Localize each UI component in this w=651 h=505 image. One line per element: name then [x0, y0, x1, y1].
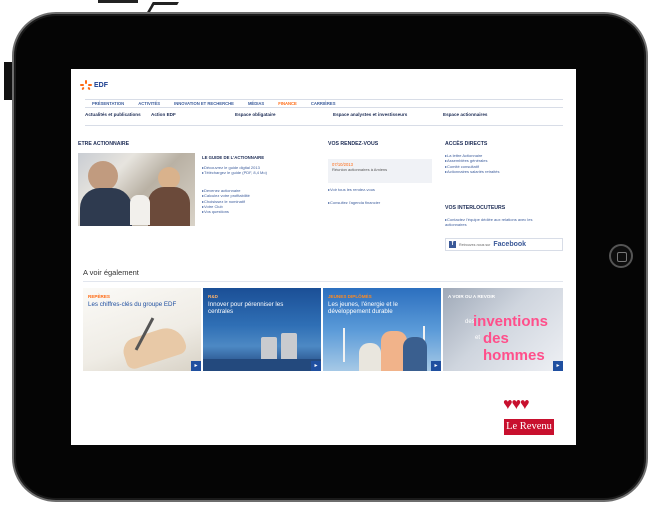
arrow-right-icon: ▸	[311, 361, 321, 371]
subnav-item-edf-share[interactable]: Action EDF	[151, 112, 235, 125]
facebook-label: Facebook	[493, 241, 527, 248]
tile-word: des hommes	[483, 330, 545, 364]
tile-title: Les chiffres-clés du groupe EDF	[88, 301, 177, 308]
home-button[interactable]	[609, 244, 633, 268]
facebook-icon: f	[449, 241, 456, 248]
appointment-link: Voir tous les rendez-vous	[328, 187, 375, 192]
shareholder-link[interactable]: Vos questions	[202, 209, 250, 214]
tile-kicker: REPÈRES	[88, 294, 110, 299]
subnav-item-shareholders[interactable]: Espace actionnaires	[443, 112, 543, 125]
all-events-link[interactable]: Voir tous les rendez-vous	[328, 187, 375, 192]
arrow-right-icon: ▸	[191, 361, 201, 371]
tile-kicker: JEUNES DIPLÔMÉS	[328, 294, 372, 299]
tile-kicker: R&D	[208, 294, 218, 299]
tile-title: Innover pour pérenniser les centrales	[208, 301, 284, 315]
watermark-logo: Le Revenu	[504, 419, 554, 435]
brand-name: EDF	[94, 81, 108, 89]
facebook-banner[interactable]: f Retrouvez-nous sur Facebook	[445, 238, 563, 251]
main-nav: PRÉSENTATION ACTIVITÉS INNOVATION ET REC…	[85, 99, 563, 108]
finance-subnav: Actualités et publications Action EDF Es…	[85, 112, 563, 126]
background-paper-fragment	[147, 2, 179, 12]
agenda-link: Consultez l'agenda financier	[328, 200, 380, 205]
shareholders-photo	[78, 153, 195, 226]
section-title: VOS INTERLOCUTEURS	[445, 205, 506, 211]
section-title: VOS RENDEZ-VOUS	[328, 141, 379, 147]
contacts-text: Contactez l'équipe dédiée aux relations …	[445, 217, 555, 228]
event-text: Réunion actionnaires à Amiens	[332, 167, 388, 172]
guide-links: Découvrez le guide digital 2013 Téléchar…	[202, 165, 267, 176]
shareholder-section: ETRE ACTIONNAIRE	[78, 141, 129, 152]
section-title: ETRE ACTIONNAIRE	[78, 141, 130, 147]
tile-inventions[interactable]: A VOIR OU A REVOIR des inventions et des…	[443, 288, 563, 371]
tile-title: Les jeunes, l'énergie et le développemen…	[328, 301, 398, 315]
nav-item-innovation[interactable]: INNOVATION ET RECHERCHE	[167, 101, 241, 106]
watermark-hearts: ♥♥♥	[503, 396, 529, 413]
subnav-item-analysts[interactable]: Espace analystes et investisseurs	[333, 112, 443, 125]
tile-word: et	[475, 335, 481, 341]
subnav-item-news[interactable]: Actualités et publications	[85, 112, 151, 125]
financial-agenda-link[interactable]: Consultez l'agenda financier	[328, 200, 380, 205]
direct-access-section: ACCÈS DIRECTS	[445, 141, 487, 152]
direct-access-link[interactable]: Actionnaires salariés retraités	[445, 169, 499, 174]
tile-kicker: A VOIR OU A REVOIR	[448, 294, 495, 299]
contacts-link[interactable]: Contactez l'équipe dédiée aux relations …	[445, 217, 555, 228]
see-also-title: A voir également	[83, 268, 139, 277]
tile-young-graduates[interactable]: JEUNES DIPLÔMÉS Les jeunes, l'énergie et…	[323, 288, 441, 371]
tile-word: inventions	[473, 313, 549, 330]
contacts-section: VOS INTERLOCUTEURS	[445, 205, 505, 216]
edf-logo-icon	[80, 80, 92, 91]
guide-title: LE GUIDE DE L'ACTIONNAIRE	[202, 155, 265, 160]
nav-item-media[interactable]: MÉDIAS	[241, 101, 271, 106]
divider	[83, 281, 563, 282]
appointments-section: VOS RENDEZ-VOUS	[328, 141, 378, 152]
event-card[interactable]: 07/10/2013 Réunion actionnaires à Amiens	[328, 159, 432, 183]
background-paper-fragment	[4, 62, 12, 100]
edf-logo[interactable]: EDF	[80, 80, 108, 91]
section-title: ACCÈS DIRECTS	[445, 141, 488, 147]
page: EDF PRÉSENTATION ACTIVITÉS INNOVATION ET…	[0, 0, 651, 505]
nav-item-presentation[interactable]: PRÉSENTATION	[85, 101, 131, 106]
nav-item-activities[interactable]: ACTIVITÉS	[131, 101, 167, 106]
arrow-right-icon: ▸	[431, 361, 441, 371]
facebook-prefix: Retrouvez-nous sur	[459, 242, 491, 247]
tile-rnd[interactable]: R&D Innover pour pérenniser les centrale…	[203, 288, 321, 371]
shareholder-link[interactable]: Calculez votre profitabilité	[202, 193, 250, 198]
direct-access-links: La lettre Actionnaire Assemblées général…	[445, 153, 499, 174]
arrow-right-icon: ▸	[553, 361, 563, 371]
background-paper-fragment	[98, 0, 138, 8]
subnav-item-bonds[interactable]: Espace obligataire	[235, 112, 333, 125]
tablet-screen: EDF PRÉSENTATION ACTIVITÉS INNOVATION ET…	[71, 69, 576, 445]
nav-item-finance[interactable]: FINANCE	[271, 101, 304, 106]
tile-key-figures[interactable]: REPÈRES Les chiffres-clés du groupe EDF …	[83, 288, 201, 371]
guide-link[interactable]: Téléchargez le guide (PDF, 8,4 Mo)	[202, 170, 267, 175]
nav-item-careers[interactable]: CARRIÈRES	[304, 101, 343, 106]
shareholder-links: Devenez actionnaire Calculez votre profi…	[202, 188, 250, 214]
